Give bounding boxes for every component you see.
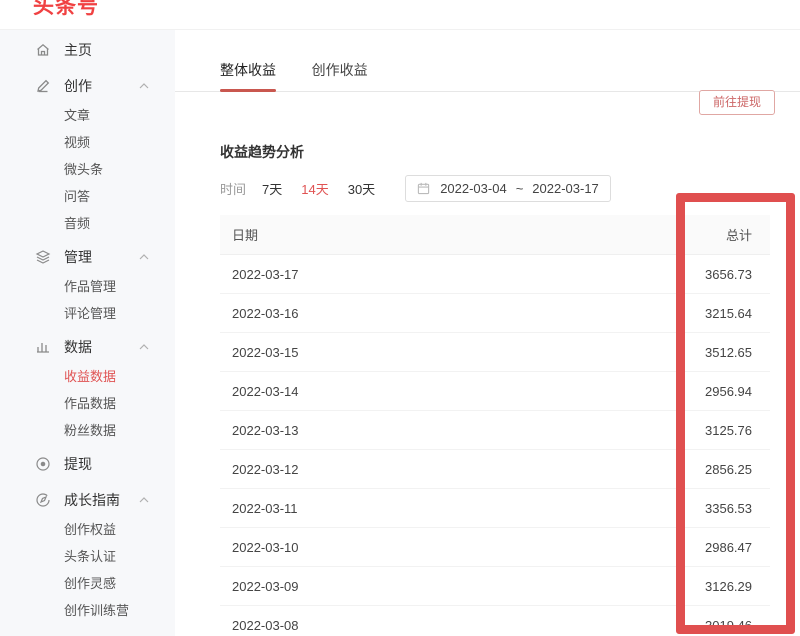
sidebar-item-label: 数据 [64,337,92,357]
sidebar-item-label: 创作 [64,76,92,96]
chevron-up-icon[interactable] [139,497,149,503]
sidebar-item-comment-manage[interactable]: 评论管理 [0,299,175,326]
date-range-picker[interactable]: 2022-03-04 ~ 2022-03-17 [405,175,611,202]
filter-14-days[interactable]: 14天 [301,179,328,198]
time-filter-label: 时间 [220,179,246,198]
sidebar-item-home[interactable]: 主页 [0,35,175,65]
cell-total: 3656.73 [650,267,770,282]
cell-total: 3215.64 [650,306,770,321]
table-row[interactable]: 2022-03-16 3215.64 [220,294,770,333]
sidebar-item-create[interactable]: 创作 [0,71,175,101]
sidebar-item-content-manage[interactable]: 作品管理 [0,272,175,299]
compass-icon [35,492,51,508]
cell-total: 3126.29 [650,579,770,594]
calendar-icon [417,182,430,195]
filter-30-days[interactable]: 30天 [348,179,375,198]
table-header-row: 日期 总计 [220,215,770,255]
date-range-end: 2022-03-17 [532,181,599,196]
cell-date: 2022-03-12 [220,462,650,477]
filter-7-days[interactable]: 7天 [262,179,282,198]
time-filter-row: 时间 7天 14天 30天 2022-03-04 ~ 2022-03-17 [220,175,800,202]
section-title: 收益趋势分析 [220,142,800,162]
sidebar-item-data[interactable]: 数据 [0,332,175,362]
sidebar-item-videos[interactable]: 视频 [0,128,175,155]
home-icon [35,42,51,58]
revenue-table: 日期 总计 2022-03-17 3656.73 2022-03-16 3215… [220,215,770,636]
cell-total: 3125.76 [650,423,770,438]
chevron-up-icon[interactable] [139,254,149,260]
cell-total: 2956.94 [650,384,770,399]
table-row[interactable]: 2022-03-15 3512.65 [220,333,770,372]
sidebar-item-verification[interactable]: 头条认证 [0,542,175,569]
sidebar-item-inspiration[interactable]: 创作灵感 [0,569,175,596]
tab-creation-revenue[interactable]: 创作收益 [312,60,368,91]
table-row[interactable]: 2022-03-14 2956.94 [220,372,770,411]
sidebar-item-fans-data[interactable]: 粉丝数据 [0,416,175,443]
sidebar-item-revenue-data[interactable]: 收益数据 [0,362,175,389]
cell-date: 2022-03-13 [220,423,650,438]
table-row[interactable]: 2022-03-13 3125.76 [220,411,770,450]
table-row[interactable]: 2022-03-08 3019.46 [220,606,770,636]
sidebar-item-training-camp[interactable]: 创作训练营 [0,596,175,623]
cell-total: 2986.47 [650,540,770,555]
cell-total: 2856.25 [650,462,770,477]
table-row[interactable]: 2022-03-10 2986.47 [220,528,770,567]
cell-date: 2022-03-14 [220,384,650,399]
cell-total: 3356.53 [650,501,770,516]
sidebar-item-label: 成长指南 [64,490,120,510]
sidebar-item-label: 提现 [64,454,92,474]
chevron-up-icon[interactable] [139,83,149,89]
cell-date: 2022-03-17 [220,267,650,282]
tab-overall-revenue[interactable]: 整体收益 [220,60,276,91]
cell-date: 2022-03-10 [220,540,650,555]
sidebar-item-label: 管理 [64,247,92,267]
sidebar-item-label: 主页 [64,40,92,60]
main-content: 整体收益 创作收益 前往提现 收益趋势分析 时间 7天 14天 30天 2022… [175,30,800,636]
cell-total: 3512.65 [650,345,770,360]
cell-date: 2022-03-09 [220,579,650,594]
sidebar-item-audio[interactable]: 音频 [0,209,175,236]
cell-date: 2022-03-08 [220,618,650,633]
sidebar: 主页 创作 文章 视频 微头条 问答 音频 管理 作品管理 评论管理 [0,30,175,636]
column-header-total: 总计 [650,225,770,244]
layers-icon [35,249,51,265]
table-row[interactable]: 2022-03-17 3656.73 [220,255,770,294]
sidebar-item-qa[interactable]: 问答 [0,182,175,209]
date-range-start: 2022-03-04 [440,181,507,196]
top-bar: 头条号 [0,0,800,30]
date-range-separator: ~ [516,181,524,196]
cell-total: 3019.46 [650,618,770,633]
sidebar-item-microblog[interactable]: 微头条 [0,155,175,182]
sidebar-item-content-data[interactable]: 作品数据 [0,389,175,416]
table-row[interactable]: 2022-03-09 3126.29 [220,567,770,606]
toutiao-logo[interactable]: 头条号 [33,0,99,17]
cell-date: 2022-03-11 [220,501,650,516]
sidebar-item-growth[interactable]: 成长指南 [0,485,175,515]
cell-date: 2022-03-15 [220,345,650,360]
table-row[interactable]: 2022-03-11 3356.53 [220,489,770,528]
sidebar-item-articles[interactable]: 文章 [0,101,175,128]
column-header-date: 日期 [220,225,650,244]
go-withdraw-button[interactable]: 前往提现 [699,90,775,115]
chevron-up-icon[interactable] [139,344,149,350]
pencil-icon [35,78,51,94]
bar-chart-icon [35,339,51,355]
sidebar-item-withdraw[interactable]: 提现 [0,449,175,479]
coin-icon [35,456,51,472]
revenue-tabs: 整体收益 创作收益 [175,60,800,92]
table-row[interactable]: 2022-03-12 2856.25 [220,450,770,489]
sidebar-item-creator-rights[interactable]: 创作权益 [0,515,175,542]
cell-date: 2022-03-16 [220,306,650,321]
sidebar-item-manage[interactable]: 管理 [0,242,175,272]
